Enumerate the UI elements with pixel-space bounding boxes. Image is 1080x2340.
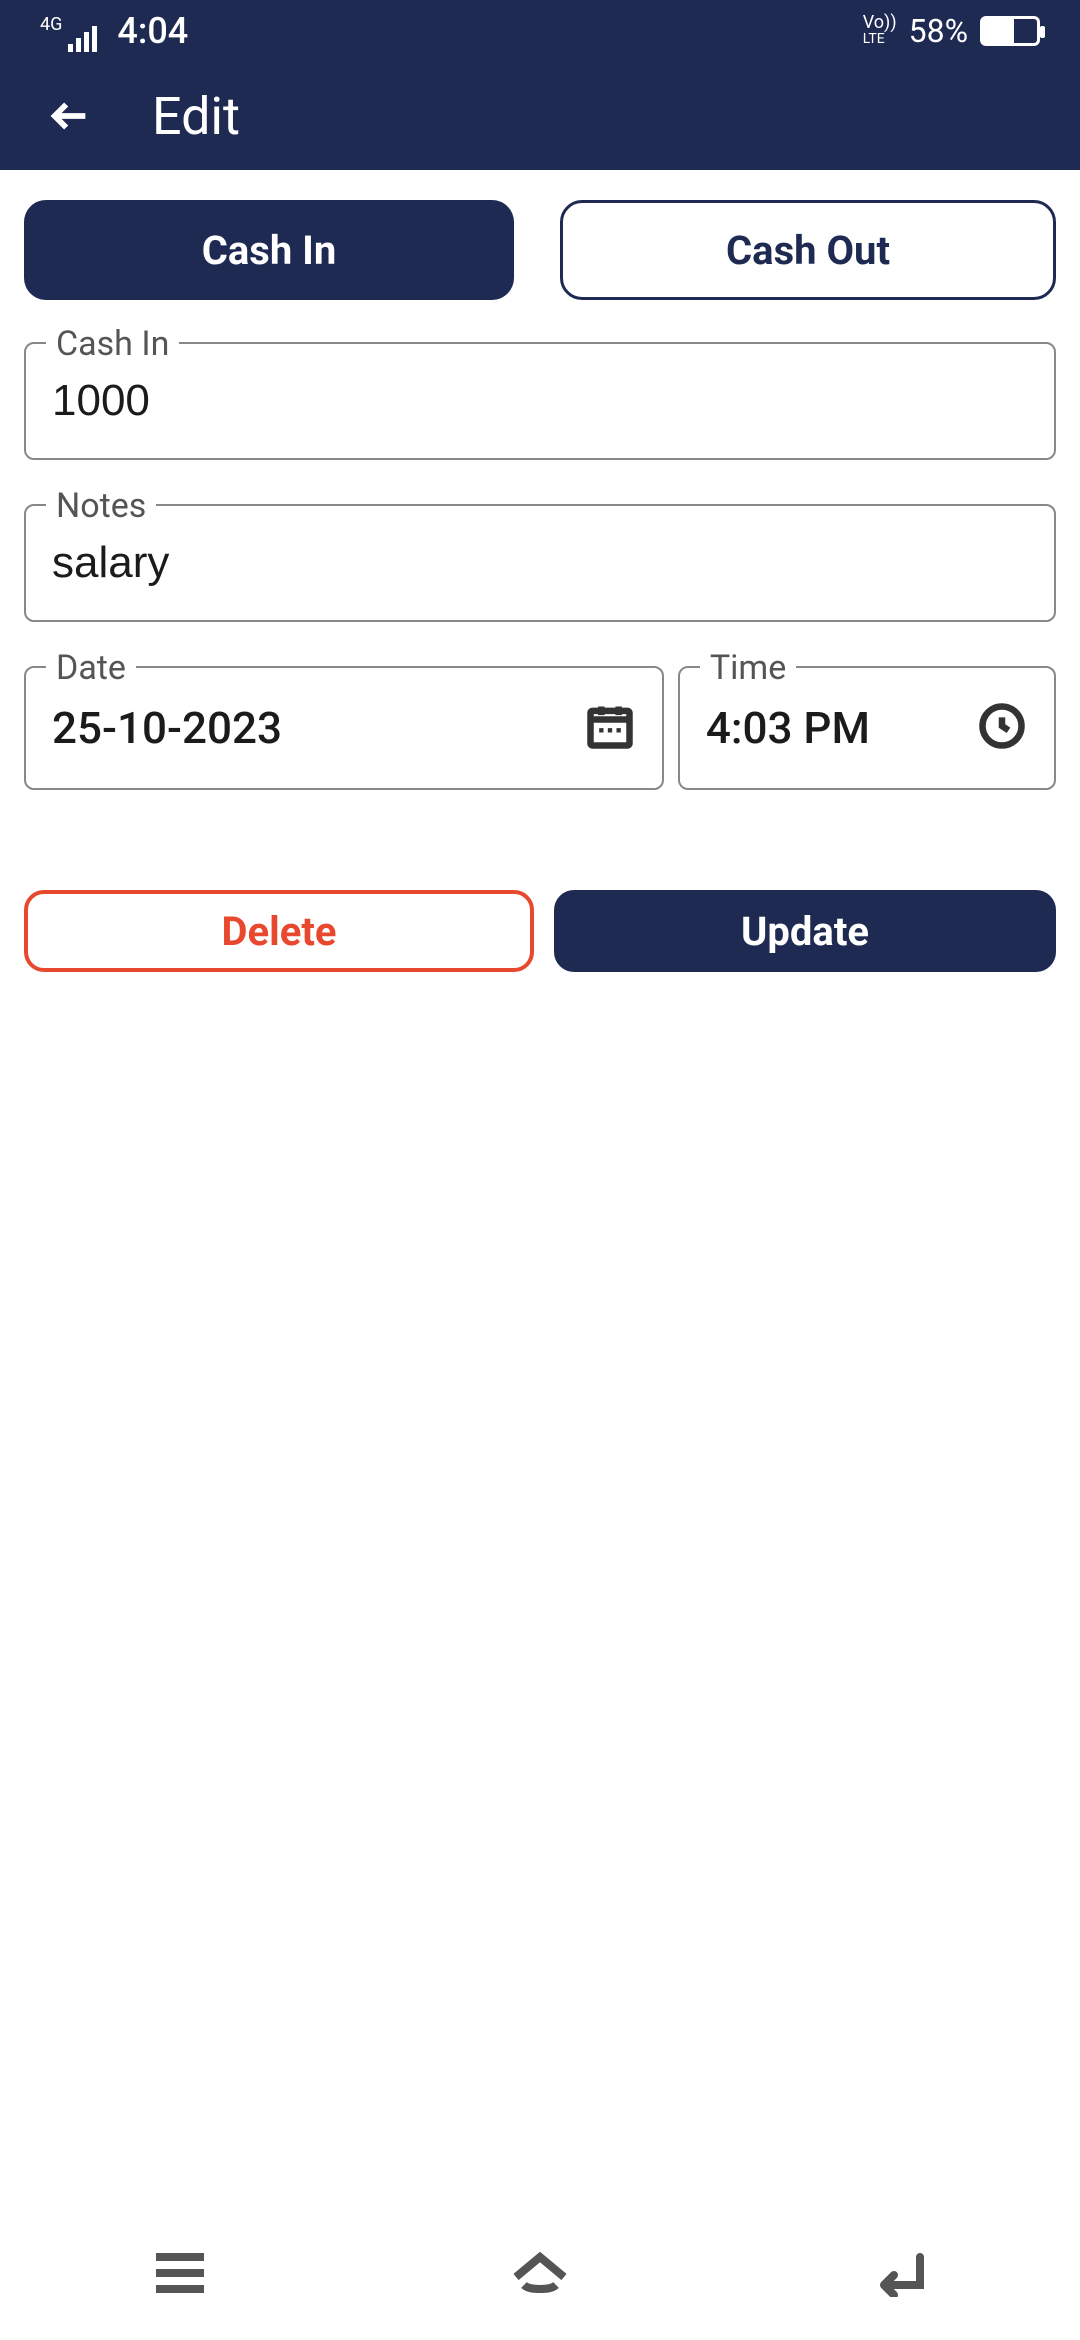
time-label: Time [700, 648, 796, 688]
time-field[interactable]: Time 4:03 PM [678, 666, 1056, 790]
content: Cash In Cash Out Cash In Notes Date 25-1… [0, 170, 1080, 972]
recents-button[interactable] [148, 2249, 212, 2301]
date-field[interactable]: Date 25-10-2023 [24, 666, 664, 790]
notes-label: Notes [46, 486, 156, 526]
notes-field[interactable]: Notes [24, 504, 1056, 622]
battery-percent: 58% [909, 12, 968, 50]
arrow-left-icon [47, 93, 93, 139]
back-button[interactable] [30, 76, 110, 156]
back-icon [868, 2249, 932, 2297]
network-type: 4G [40, 16, 62, 34]
signal-icon [68, 26, 97, 52]
home-icon [508, 2249, 572, 2297]
status-right: Vo))LTE 58% [863, 12, 1040, 50]
app-bar: Edit [0, 62, 1080, 170]
time-value: 4:03 PM [706, 702, 870, 754]
amount-input[interactable] [52, 376, 1028, 426]
date-value: 25-10-2023 [52, 702, 282, 754]
home-button[interactable] [508, 2249, 572, 2301]
back-nav-button[interactable] [868, 2249, 932, 2301]
action-row: Delete Update [24, 890, 1056, 972]
date-label: Date [46, 648, 136, 688]
cash-in-tab[interactable]: Cash In [24, 200, 514, 300]
calendar-icon [584, 700, 636, 756]
system-nav-bar [0, 2210, 1080, 2340]
amount-field[interactable]: Cash In [24, 342, 1056, 460]
delete-button[interactable]: Delete [24, 890, 534, 972]
status-bar: 4G 4:04 Vo))LTE 58% [0, 0, 1080, 62]
date-time-row: Date 25-10-2023 Time 4:03 PM [24, 666, 1056, 834]
page-title: Edit [152, 86, 240, 147]
cash-out-tab[interactable]: Cash Out [560, 200, 1056, 300]
status-left: 4G 4:04 [40, 10, 188, 52]
clock: 4:04 [117, 10, 188, 52]
volte-icon: Vo))LTE [863, 15, 897, 47]
menu-icon [148, 2249, 212, 2297]
notes-input[interactable] [52, 538, 1028, 588]
clock-icon [976, 700, 1028, 756]
transaction-type-toggle: Cash In Cash Out [24, 200, 1056, 300]
amount-label: Cash In [46, 324, 179, 364]
update-button[interactable]: Update [554, 890, 1056, 972]
battery-icon [980, 16, 1040, 46]
